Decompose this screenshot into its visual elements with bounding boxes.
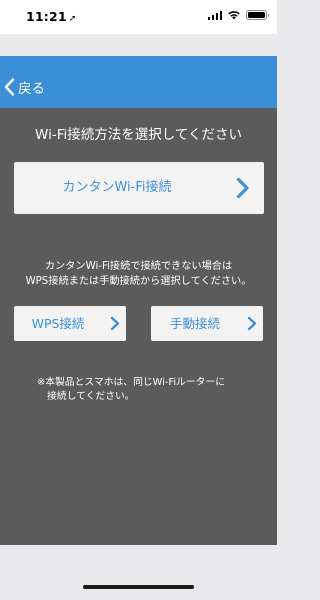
cellular-signal-icon <box>207 10 222 20</box>
fallback-note-line-1: カンタンWi-Fi接続で接続できない場合は <box>44 261 233 272</box>
page-title: Wi-Fi接続方法を選択してください <box>35 127 242 143</box>
home-indicator <box>83 585 194 589</box>
wps-connect-button[interactable]: WPS接続 <box>14 306 126 341</box>
fallback-note: カンタンWi-Fi接続で接続できない場合は WPS接続または手動接続から選択して… <box>0 259 277 289</box>
router-footnote-line-1: ※本製品とスマホは、同じWi-Fiルーターに <box>37 377 226 388</box>
wifi-icon <box>228 11 240 20</box>
status-time: 11:21 ➚ <box>26 9 77 24</box>
easy-wifi-connect-button[interactable]: カンタンWi-Fi接続 <box>14 162 264 214</box>
manual-connect-label: 手動接続 <box>169 316 220 331</box>
easy-wifi-connect-label: カンタンWi-Fi接続 <box>62 180 172 195</box>
manual-connect-button[interactable]: 手動接続 <box>151 306 263 341</box>
battery-icon <box>246 10 269 20</box>
back-button[interactable]: 戻る <box>4 74 45 100</box>
chevron-right-icon <box>110 316 120 331</box>
back-label: 戻る <box>18 81 45 97</box>
status-time-text: 11:21 <box>26 9 67 24</box>
header-bar: 戻る <box>0 56 277 108</box>
status-bar: 11:21 ➚ <box>0 0 277 34</box>
chevron-left-icon <box>4 78 15 96</box>
status-icons <box>207 10 269 20</box>
location-arrow-icon: ➚ <box>68 14 77 24</box>
chevron-right-icon <box>247 316 257 331</box>
battery-fill <box>248 12 265 18</box>
router-footnote-line-2: 接続してください。 <box>47 391 135 402</box>
fallback-note-line-2: WPS接続または手動接続から選択してください。 <box>25 276 252 287</box>
main-panel: 戻る Wi-Fi接続方法を選択してください カンタンWi-Fi接続 カンタンWi… <box>0 56 277 545</box>
wps-connect-label: WPS接続 <box>31 316 85 331</box>
router-footnote: ※本製品とスマホは、同じWi-Fiルーターに 接続してください。 <box>37 376 237 404</box>
chevron-right-icon <box>236 177 249 199</box>
